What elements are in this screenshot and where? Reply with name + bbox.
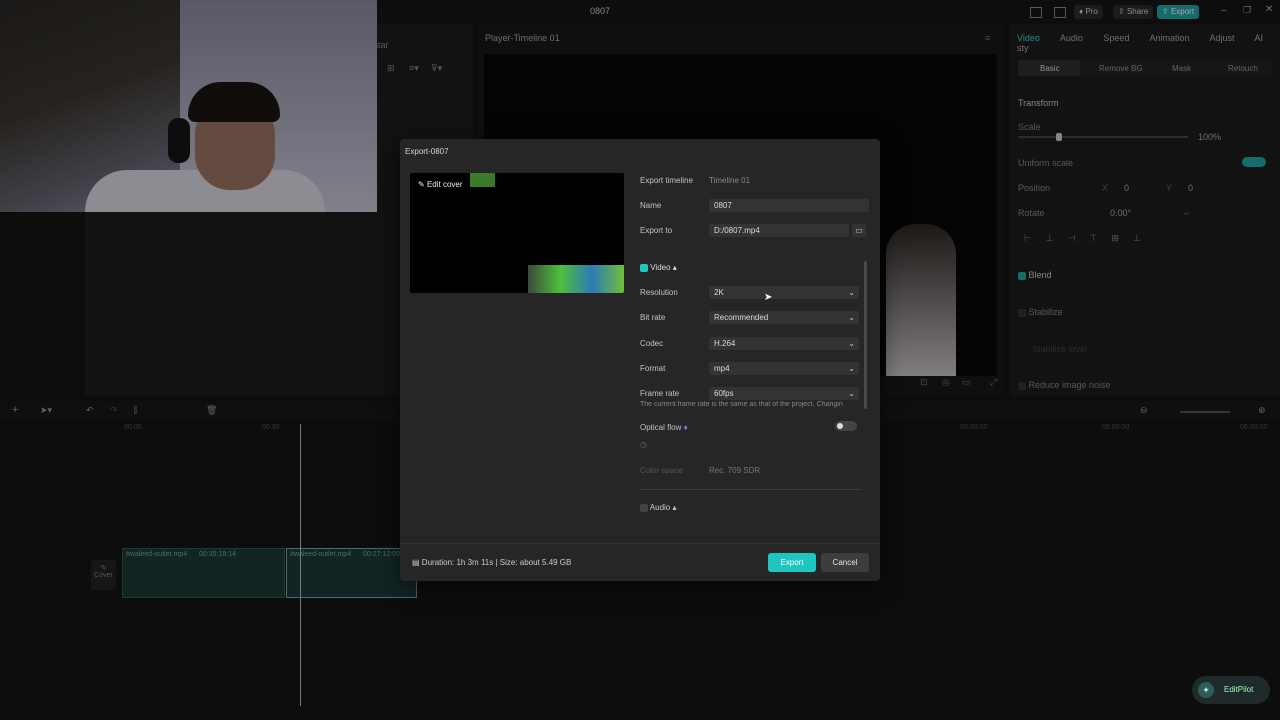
optical-flow-text: Optical flow: [640, 423, 682, 432]
export-timeline-value: Timeline 01: [709, 176, 751, 185]
video-label: Video: [650, 263, 671, 272]
folder-icon[interactable]: ▭: [852, 224, 866, 237]
film-icon: ▤: [412, 558, 420, 567]
format-value: mp4: [714, 364, 730, 373]
diamond-icon: ♦: [683, 423, 688, 432]
chevron-down-icon: ⌄: [848, 389, 855, 398]
video-section[interactable]: Video ▴: [640, 263, 677, 272]
optical-flow-label: Optical flow ♦: [640, 423, 688, 432]
clock-icon: ◷: [640, 440, 647, 449]
chevron-down-icon: ⌄: [848, 288, 855, 297]
mouse-cursor-icon: ➤: [764, 292, 773, 303]
codec-value: H.264: [714, 339, 736, 348]
chevron-down-icon: ⌄: [848, 364, 855, 373]
export-button[interactable]: Export: [768, 553, 816, 572]
collapse-icon[interactable]: ▴: [673, 263, 677, 272]
editpilot-badge[interactable]: ✦ EditPilot: [1192, 676, 1270, 704]
cover-image-patch: [528, 265, 624, 293]
toggle-knob: [837, 423, 843, 429]
duration-info: ▤ Duration: 1h 3m 11s | Size: about 5.49…: [412, 558, 571, 567]
video-checkbox[interactable]: [640, 263, 648, 272]
audio-label: Audio: [649, 503, 671, 512]
audio-section[interactable]: Audio ▴: [640, 503, 677, 512]
cover-preview[interactable]: ✎ Edit cover: [410, 173, 624, 293]
color-space-label: Color space: [640, 466, 683, 475]
optical-flow-toggle[interactable]: [835, 421, 857, 431]
framerate-select[interactable]: 60fps ⌄: [709, 387, 859, 400]
export-to-label: Export to: [640, 226, 673, 235]
chevron-down-icon: ⌄: [848, 313, 855, 322]
name-label: Name: [640, 201, 662, 210]
codec-label: Codec: [640, 339, 664, 348]
footer-divider: [400, 543, 880, 544]
bitrate-value: Recommended: [714, 313, 769, 322]
framerate-label: Frame rate: [640, 389, 680, 398]
cancel-button[interactable]: Cancel: [821, 553, 869, 572]
edit-cover-label: Edit cover: [426, 180, 463, 189]
scrollbar[interactable]: [864, 261, 867, 409]
editpilot-icon: ✦: [1198, 682, 1214, 698]
cover-green-patch: [470, 173, 495, 187]
chevron-down-icon: ⌄: [848, 339, 855, 348]
framerate-note: The current frame rate is the same as th…: [640, 401, 843, 408]
edit-cover-button[interactable]: ✎ Edit cover: [418, 180, 463, 189]
codec-select[interactable]: H.264 ⌄: [709, 337, 859, 350]
export-dialog: Export-0807 ✎ Edit cover Export timeline…: [400, 139, 880, 581]
duration-text: Duration: 1h 3m 11s | Size: about 5.49 G…: [421, 558, 572, 567]
export-path-input[interactable]: D:/0807.mp4: [709, 224, 849, 237]
dialog-title: Export-0807: [405, 147, 449, 156]
format-select[interactable]: mp4 ⌄: [709, 362, 859, 375]
editpilot-label: EditPilot: [1224, 685, 1254, 694]
collapse-icon[interactable]: ▴: [672, 503, 676, 512]
audio-checkbox[interactable]: [640, 503, 648, 512]
framerate-value: 60fps: [714, 389, 734, 398]
resolution-value: 2K: [714, 288, 724, 297]
export-timeline-label: Export timeline: [640, 176, 693, 185]
color-space-value: Rec. 709 SDR: [709, 466, 761, 475]
name-input[interactable]: 0807: [709, 199, 869, 212]
bitrate-label: Bit rate: [640, 313, 666, 322]
bitrate-select[interactable]: Recommended ⌄: [709, 311, 859, 324]
resolution-select[interactable]: 2K ⌄: [709, 286, 859, 299]
resolution-label: Resolution: [640, 288, 678, 297]
divider: [640, 489, 862, 490]
format-label: Format: [640, 364, 666, 373]
